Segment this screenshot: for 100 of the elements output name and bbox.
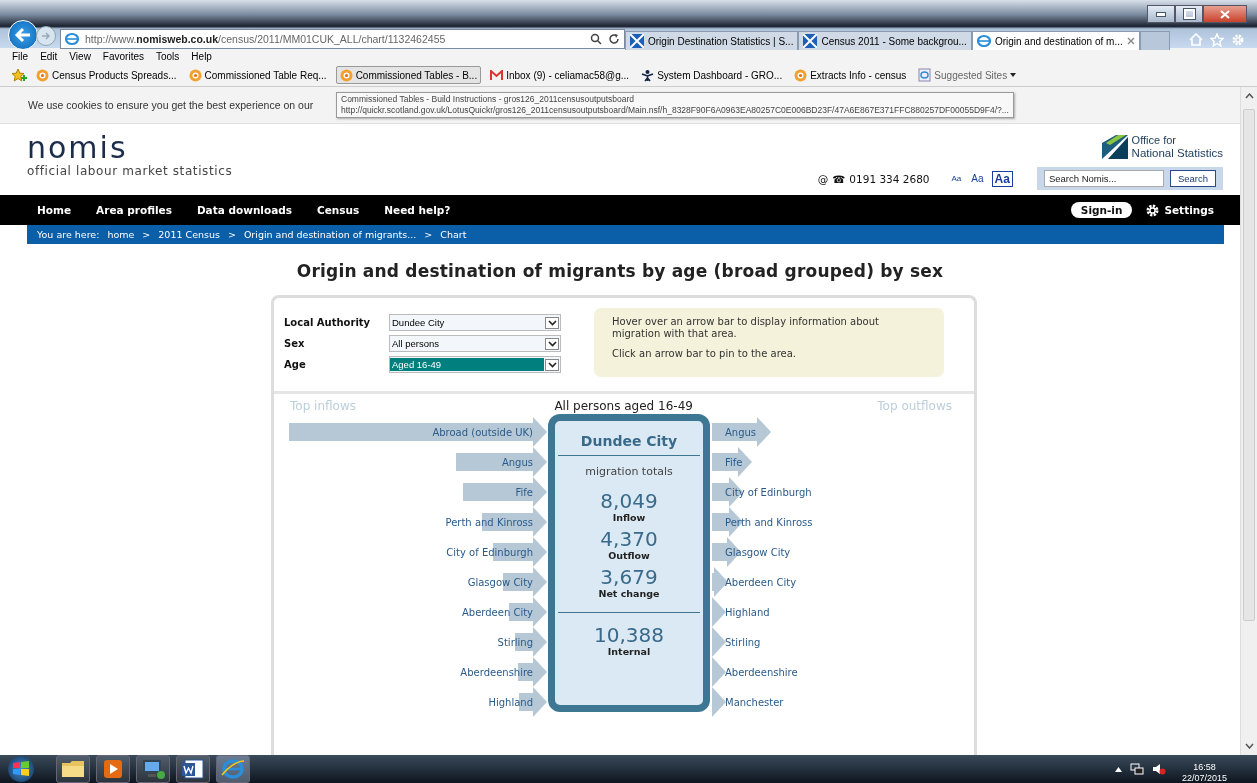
- favorite-link[interactable]: System Dashboard - GRO...: [638, 66, 786, 84]
- area-link[interactable]: Stirling: [497, 636, 533, 648]
- scroll-up-icon[interactable]: [1244, 93, 1254, 99]
- menu-item[interactable]: View: [69, 50, 91, 62]
- favorite-link[interactable]: Census Products Spreads...: [33, 66, 180, 84]
- chart-subtitle: All persons aged 16-49: [554, 399, 693, 413]
- flag-icon: [803, 34, 818, 48]
- back-button[interactable]: [8, 20, 38, 50]
- menu-item[interactable]: Edit: [40, 50, 58, 62]
- breadcrumb-separator: >: [227, 229, 236, 240]
- clock-time[interactable]: 16:58: [1193, 762, 1216, 773]
- area-link[interactable]: Highland: [725, 606, 770, 618]
- info-text: Hover over an arrow bar to display information about migration with that area.: [612, 316, 880, 340]
- area-link[interactable]: Fife: [515, 486, 533, 498]
- close-tab-icon[interactable]: [1126, 37, 1135, 45]
- search-icon[interactable]: [590, 33, 602, 45]
- dropdown-arrow-icon[interactable]: [545, 358, 559, 371]
- dropdown-arrow-icon[interactable]: [545, 337, 559, 350]
- scroll-down-icon[interactable]: [1244, 743, 1254, 749]
- menu-item[interactable]: Help: [191, 50, 212, 62]
- minimize-button[interactable]: [1147, 5, 1175, 23]
- favorite-link[interactable]: Suggested Sites: [915, 66, 1020, 84]
- refresh-icon[interactable]: [608, 33, 620, 45]
- close-button[interactable]: [1203, 5, 1247, 23]
- text-size-button[interactable]: Aa: [969, 173, 986, 184]
- area-link[interactable]: City of Edinburgh: [725, 486, 812, 498]
- sign-in-button[interactable]: Sign-in: [1070, 202, 1133, 218]
- favorite-link[interactable]: Extracts Info - census: [791, 66, 910, 84]
- search-button[interactable]: Search: [1169, 170, 1216, 187]
- restore-button[interactable]: [1175, 5, 1203, 23]
- area-link[interactable]: Aberdeenshire: [725, 666, 798, 678]
- stat-label: Internal: [607, 646, 651, 657]
- nav-link[interactable]: Area profiles: [96, 204, 172, 216]
- area-link[interactable]: Aberdeenshire: [460, 666, 533, 678]
- address-bar[interactable]: http://www.nomisweb.co.uk/census/2011/MM01CUK_ALL/chart/1132462455: [60, 29, 625, 49]
- dropdown[interactable]: Dundee City: [389, 314, 561, 331]
- browser-tab[interactable]: Census 2011 - Some backgrou...: [798, 31, 972, 50]
- scrollbar[interactable]: [1240, 87, 1257, 755]
- computer-icon[interactable]: [136, 755, 170, 783]
- dropdown-arrow-icon[interactable]: [545, 316, 559, 329]
- settings-button[interactable]: Settings: [1145, 202, 1214, 218]
- breadcrumb-link[interactable]: 2011 Census: [158, 229, 220, 240]
- breadcrumb-link[interactable]: home: [107, 229, 135, 240]
- nav-link[interactable]: Data downloads: [196, 204, 293, 216]
- site-logo[interactable]: nomis: [27, 132, 233, 164]
- dropdown[interactable]: All persons: [389, 335, 561, 352]
- stat-label: Outflow: [608, 550, 650, 561]
- menu-item[interactable]: File: [12, 50, 29, 62]
- area-link[interactable]: City of Edinburgh: [446, 546, 533, 558]
- area-link[interactable]: Fife: [725, 456, 743, 468]
- network-icon[interactable]: [1129, 763, 1144, 775]
- clock-date[interactable]: 22/07/2015: [1181, 773, 1227, 783]
- area-link[interactable]: Glasgow City: [467, 576, 533, 588]
- area-link[interactable]: Glasgow City: [725, 546, 791, 558]
- text-size-button[interactable]: Aa: [991, 170, 1013, 187]
- media-player-icon[interactable]: [96, 755, 130, 783]
- folder-icon[interactable]: [56, 755, 90, 783]
- area-link[interactable]: Perth and Kinross: [725, 516, 813, 528]
- field-label: Age: [284, 359, 307, 370]
- menu-item[interactable]: Favorites: [102, 50, 144, 62]
- breadcrumb-link[interactable]: Origin and destination of migrants...: [243, 229, 417, 240]
- favorite-link[interactable]: Commissioned Tables - B...: [335, 66, 482, 84]
- favorites-star-icon[interactable]: [11, 68, 27, 82]
- menu-item[interactable]: Tools: [156, 50, 180, 62]
- search-field[interactable]: Search Nomis...: [1043, 170, 1164, 187]
- nav-link[interactable]: Home: [37, 204, 72, 216]
- contact-icon[interactable]: @: [817, 172, 829, 185]
- close-icon: [1220, 9, 1230, 19]
- ring-icon: [188, 68, 202, 82]
- start-button[interactable]: [8, 756, 34, 782]
- column-heading: Top outflows: [877, 399, 952, 413]
- contact-icon[interactable]: ☎: [832, 172, 846, 185]
- browser-tab[interactable]: Origin and destination of m...: [971, 31, 1140, 50]
- area-link[interactable]: Perth and Kinross: [445, 516, 533, 528]
- word-icon[interactable]: [176, 755, 210, 783]
- star-icon[interactable]: [1210, 33, 1224, 47]
- forward-button[interactable]: [36, 26, 56, 46]
- area-link[interactable]: Stirling: [725, 636, 761, 648]
- dropdown[interactable]: Aged 16-49: [389, 356, 561, 373]
- favorite-link[interactable]: Commissioned Table Req...: [185, 66, 330, 84]
- area-link[interactable]: Aberdeen City: [461, 606, 533, 618]
- breadcrumb-link[interactable]: Chart: [440, 229, 467, 240]
- ons-logo[interactable]: Office for National Statistics: [1101, 134, 1223, 160]
- flag-icon: [630, 34, 644, 48]
- ons-emblem-icon: [1101, 135, 1128, 159]
- area-link[interactable]: Manchester: [725, 696, 784, 708]
- area-link[interactable]: Highland: [488, 696, 533, 708]
- stat-value: 4,370: [600, 528, 658, 550]
- phone-number: 0191 334 2680: [849, 172, 930, 185]
- gear-icon: [1145, 202, 1161, 218]
- nav-link[interactable]: Need help?: [384, 204, 451, 216]
- show-hidden-icons-icon[interactable]: [1114, 766, 1122, 772]
- speaker-muted-icon[interactable]: [1151, 763, 1166, 775]
- favorite-link[interactable]: Inbox (9) - celiamac58@g...: [487, 66, 633, 84]
- browser-tab[interactable]: Origin Destination Statistics | S...: [625, 31, 799, 50]
- area-link[interactable]: Aberdeen City: [725, 576, 797, 588]
- browser-icon[interactable]: [216, 755, 250, 783]
- text-size-button[interactable]: Aa: [949, 174, 964, 183]
- nav-link[interactable]: Census: [317, 204, 360, 216]
- field-label: Local Authority: [284, 317, 372, 328]
